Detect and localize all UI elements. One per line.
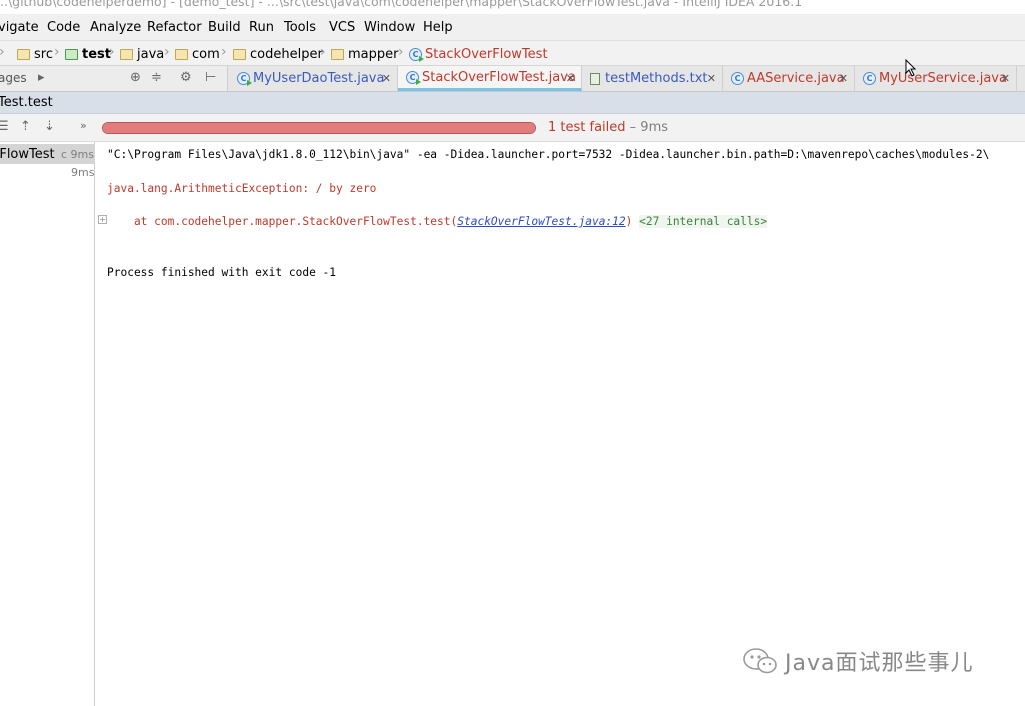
- tab-stackoverflowtest[interactable]: C StackOverFlowTest.java ✕: [398, 66, 582, 91]
- run-panel-header: Test.test: [0, 92, 1025, 114]
- breadcrumb-src[interactable]: src: [17, 45, 53, 63]
- play-small-icon[interactable]: ▸: [38, 70, 45, 85]
- folder-icon: [17, 48, 30, 60]
- menu-window[interactable]: Window: [364, 20, 415, 35]
- sort-icon[interactable]: ☰: [0, 119, 9, 134]
- breadcrumb-codehelper[interactable]: codehelper: [233, 45, 323, 63]
- console-exit-line: Process finished with exit code -1: [107, 266, 337, 279]
- chevron-right-icon: ›: [54, 44, 60, 60]
- project-tool-header: ages ▸ ⊕ ≑ ⚙ ⊢: [0, 66, 228, 91]
- hide-icon[interactable]: ⊢: [205, 70, 216, 85]
- internal-calls-fold[interactable]: <27 internal calls>: [639, 215, 768, 228]
- folder-icon: [120, 48, 133, 60]
- chevron-right-icon: ›: [109, 44, 115, 60]
- test-status-text: 1 test failed: [548, 120, 626, 135]
- test-folder-icon: [65, 48, 78, 60]
- breadcrumb-stackoverflowtest[interactable]: C StackOverFlowTest: [409, 45, 548, 63]
- menu-run[interactable]: Run: [249, 20, 274, 35]
- chevron-right-icon: ›: [398, 44, 404, 60]
- folder-icon: [175, 48, 188, 60]
- menu-refactor[interactable]: Refactor: [147, 20, 202, 35]
- chevron-right-icon: ›: [164, 44, 170, 60]
- stack-trace-link[interactable]: StackOverFlowTest.java:12: [457, 215, 625, 228]
- breadcrumb-test[interactable]: test: [65, 45, 111, 63]
- chevron-right-icon: ›: [0, 44, 5, 60]
- console-stack-trace: at com.codehelper.mapper.StackOverFlowTe…: [107, 215, 768, 228]
- close-icon[interactable]: ✕: [707, 72, 716, 85]
- close-icon[interactable]: ✕: [1001, 72, 1010, 85]
- menu-navigate[interactable]: vigate: [0, 20, 39, 35]
- tab-myuserservice[interactable]: C MyUserService.java ✕: [855, 66, 1017, 91]
- close-icon[interactable]: ✕: [839, 72, 848, 85]
- breadcrumb-mapper[interactable]: mapper: [331, 45, 398, 63]
- test-class-icon: C: [406, 70, 421, 85]
- console-output[interactable]: "C:\Program Files\Java\jdk1.8.0_112\bin\…: [96, 142, 1025, 706]
- test-class-icon: C: [409, 47, 424, 62]
- tree-item-stackoverflowtest[interactable]: rFlowTest c 9ms: [0, 144, 95, 164]
- breadcrumb-com[interactable]: com: [175, 45, 220, 63]
- menu-build[interactable]: Build: [208, 20, 241, 35]
- tab-testmethods[interactable]: testMethods.txt ✕: [582, 66, 723, 91]
- close-icon[interactable]: ✕: [566, 72, 575, 85]
- class-icon: C: [863, 72, 876, 85]
- console-command-line: "C:\Program Files\Java\jdk1.8.0_112\bin\…: [107, 148, 990, 161]
- collapse-icon[interactable]: ≑: [151, 70, 162, 85]
- menu-help[interactable]: Help: [423, 20, 453, 35]
- test-class-icon: C: [237, 72, 252, 86]
- watermark: Java面试那些事儿: [741, 645, 973, 677]
- tab-myuserdaotest[interactable]: C MyUserDaoTest.java ✕: [229, 66, 398, 91]
- test-duration: – 9ms: [629, 120, 669, 135]
- tree-item-time: 9ms: [71, 166, 95, 179]
- folder-icon: [331, 48, 344, 60]
- menu-tools[interactable]: Tools: [284, 20, 316, 35]
- run-toolbar: ☰ ⇡ ⇣ » 1 test failed – 9ms: [0, 114, 1025, 142]
- close-icon[interactable]: ✕: [382, 72, 391, 85]
- class-icon: C: [731, 72, 744, 85]
- text-file-icon: [590, 72, 600, 85]
- gear-icon[interactable]: ⚙: [180, 70, 192, 85]
- editor-tab-row: ages ▸ ⊕ ≑ ⚙ ⊢ C MyUserDaoTest.java ✕ C …: [0, 59, 1025, 92]
- wechat-logo-icon: [743, 648, 777, 674]
- test-progress-bar: [102, 122, 536, 134]
- run-config-label: Test.test: [0, 95, 53, 110]
- expand-all-icon[interactable]: ⇡: [20, 119, 31, 134]
- target-icon[interactable]: ⊕: [130, 70, 141, 85]
- window-title: ...\github\codehelperdemo] - [demo_test]…: [0, 0, 803, 9]
- menu-bar: vigate Code Analyze Refactor Build Run T…: [0, 14, 1025, 40]
- expand-icon[interactable]: +: [98, 215, 107, 224]
- mouse-cursor-icon: [905, 59, 917, 77]
- watermark-text: Java面试那些事儿: [785, 651, 974, 676]
- test-tree: rFlowTest c 9ms 9ms: [0, 142, 95, 706]
- test-status: 1 test failed – 9ms: [548, 120, 668, 135]
- more-icon[interactable]: »: [80, 119, 87, 132]
- breadcrumb-java[interactable]: java: [120, 45, 164, 63]
- menu-vcs[interactable]: VCS: [329, 20, 355, 35]
- window-title-bar: ...\github\codehelperdemo] - [demo_test]…: [0, 0, 1025, 14]
- navigation-bar: › src › test › java › com › codehelper ›…: [0, 40, 1025, 66]
- collapse-all-icon[interactable]: ⇣: [44, 119, 55, 134]
- menu-analyze[interactable]: Analyze: [90, 20, 141, 35]
- chevron-right-icon: ›: [320, 44, 326, 60]
- menu-code[interactable]: Code: [47, 20, 80, 35]
- test-progress-fill: [103, 123, 535, 133]
- tool-window-label: ages: [0, 71, 27, 85]
- console-exception: java.lang.ArithmeticException: / by zero: [107, 182, 377, 195]
- chevron-right-icon: ›: [221, 44, 227, 60]
- folder-icon: [233, 48, 246, 60]
- tab-aaservice[interactable]: C AAService.java ✕: [723, 66, 855, 91]
